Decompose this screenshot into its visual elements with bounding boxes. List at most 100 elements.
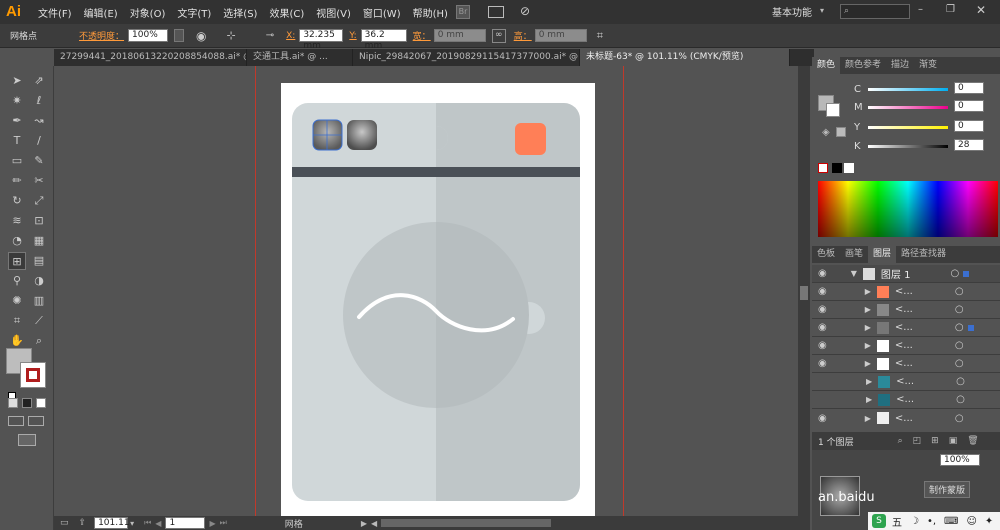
new-layer-icon[interactable]: ▣ (949, 436, 958, 446)
scroll-left-icon[interactable]: ◀ (371, 519, 377, 528)
target-icon[interactable]: ○ (955, 340, 964, 351)
restore-button[interactable]: ❐ (946, 4, 955, 15)
width-field[interactable]: 0 mm (433, 29, 486, 42)
shape-builder-tool-icon[interactable]: ◔ (8, 232, 26, 250)
transparency-opacity-field[interactable]: 100% (940, 454, 980, 466)
gradient-mode-icon[interactable] (22, 398, 32, 408)
washing-machine-illustration[interactable] (281, 83, 595, 517)
workspace-switcher[interactable]: 基本功能 (772, 4, 812, 19)
sublayer-row[interactable]: ◉ ▶ <... ○ (812, 301, 1000, 319)
last-color-swatch[interactable] (836, 127, 846, 137)
user-icon[interactable]: ☺ (966, 516, 976, 527)
sublayer-name[interactable]: <... (895, 304, 913, 315)
sublayer-name[interactable]: <... (895, 322, 913, 333)
tab-swatches[interactable]: 色板 (812, 246, 840, 263)
tab-stroke[interactable]: 描边 (886, 57, 914, 74)
tab-document-active[interactable]: 未标题-63* @ 101.11% (CMYK/预览) (580, 49, 790, 66)
expand-arrow-icon[interactable]: ▶ (866, 395, 872, 404)
nav-icon[interactable]: ▭ (60, 518, 69, 528)
rotate-tool-icon[interactable]: ↻ (8, 192, 26, 210)
scale-tool-icon[interactable]: ⤢ (30, 192, 48, 210)
target-icon[interactable]: ○ (956, 376, 965, 387)
eye-icon[interactable]: ◉ (818, 286, 827, 297)
pen-tool-icon[interactable]: ✒ (8, 112, 26, 130)
paintbrush-tool-icon[interactable]: ✎ (30, 152, 48, 170)
none-swatch[interactable] (818, 163, 828, 173)
screen-mode-icon[interactable] (18, 434, 36, 446)
sublayer-name[interactable]: <... (895, 286, 913, 297)
ime-mode[interactable]: 五 (892, 514, 902, 529)
expand-arrow-icon[interactable]: ▶ (865, 323, 871, 332)
arrange-documents-icon[interactable] (488, 6, 504, 18)
sublayer-name[interactable]: <... (896, 376, 914, 387)
link-icon[interactable]: ∞ (491, 28, 506, 43)
trash-icon[interactable]: 🗑 (967, 436, 978, 446)
opacity-label[interactable]: 不透明度： (79, 29, 124, 42)
eye-icon[interactable]: ◉ (818, 268, 827, 279)
cyan-slider[interactable] (868, 88, 948, 91)
keyboard-icon[interactable]: ⌨ (944, 516, 958, 527)
layer-row[interactable]: ◉ ▼ 图层 1 ○ (812, 265, 1000, 283)
gradient-tool-icon[interactable]: ▤ (30, 252, 48, 270)
zoom-tool-icon[interactable]: ⌕ (30, 332, 48, 350)
status-arrow-icon[interactable]: ▶ (361, 519, 367, 528)
input-method-icon[interactable]: S (872, 514, 886, 528)
cyan-field[interactable]: 0 (954, 82, 984, 94)
tab-gradient[interactable]: 渐变 (914, 57, 942, 74)
sublayer-row[interactable]: ◉ ▶ <... ○ (812, 409, 1000, 427)
punctuation-icon[interactable]: •, (927, 516, 936, 527)
prev-page-icon[interactable]: ◀ (155, 519, 161, 528)
first-page-icon[interactable]: ⏮ (144, 518, 151, 528)
gpu-performance-icon[interactable]: ⊘ (520, 4, 530, 18)
sublayer-row[interactable]: ▶ <... ○ (812, 391, 1000, 409)
status-mode[interactable]: 网格 (285, 517, 303, 530)
target-icon[interactable]: ○ (955, 358, 964, 369)
target-icon[interactable]: ○ (956, 394, 965, 405)
close-button[interactable]: ✕ (976, 3, 986, 17)
eye-icon[interactable]: ◉ (818, 413, 827, 424)
magic-wand-tool-icon[interactable]: ✷ (8, 92, 26, 110)
draw-inside-icon[interactable] (28, 416, 44, 426)
tab-layers[interactable]: 图层 (868, 246, 897, 263)
y-field[interactable]: 36.2 mm (360, 29, 407, 51)
make-clipping-mask-icon[interactable]: ◰ (913, 436, 922, 446)
eye-icon[interactable]: ◉ (818, 304, 827, 315)
color-mode-icon[interactable] (8, 398, 18, 408)
tab-document-3[interactable]: Nipic_29842067_20190829115417377000.ai* … (353, 49, 580, 66)
artboard-tool-icon[interactable]: ⌗ (8, 312, 26, 330)
perspective-tool-icon[interactable]: ▦ (30, 232, 48, 250)
recolor-icon[interactable]: ◉ (196, 29, 206, 43)
tab-color[interactable]: 颜色 (812, 57, 841, 74)
magenta-slider[interactable] (868, 106, 948, 109)
free-transform-tool-icon[interactable]: ⊡ (30, 212, 48, 230)
draw-normal-icon[interactable] (8, 416, 24, 426)
magenta-field[interactable]: 0 (954, 100, 984, 112)
page-field[interactable]: 1 (165, 517, 206, 529)
sublayer-row[interactable]: ◉ ▶ <... ○ (812, 319, 1000, 337)
tab-document-2[interactable]: 交通工具.ai* @ ... (247, 49, 353, 66)
black-swatch[interactable] (832, 163, 842, 173)
scroll-thumb[interactable] (800, 286, 808, 300)
eye-icon[interactable]: ◉ (818, 340, 827, 351)
menu-file[interactable]: 文件(F) (38, 5, 72, 20)
align-icon[interactable]: ⊹ (227, 29, 236, 42)
last-page-icon[interactable]: ⏭ (220, 518, 227, 528)
vertical-scrollbar[interactable] (798, 66, 810, 516)
mesh-tool-icon[interactable]: ⊞ (8, 252, 26, 270)
expand-arrow-icon[interactable]: ▶ (865, 287, 871, 296)
new-sublayer-icon[interactable]: ⊞ (931, 436, 939, 446)
target-icon[interactable]: ○ (955, 286, 964, 297)
sublayer-name[interactable]: <... (895, 413, 913, 424)
scissors-tool-icon[interactable]: ✂ (30, 172, 48, 190)
locate-object-icon[interactable]: ⌕ (898, 436, 903, 446)
make-mask-button[interactable]: 制作蒙版 (924, 481, 971, 498)
artboard[interactable] (281, 83, 595, 517)
rectangle-tool-icon[interactable]: ▭ (8, 152, 26, 170)
slice-tool-icon[interactable]: ⟋ (30, 312, 48, 330)
transform-icon[interactable]: ⊸ (266, 30, 274, 41)
yellow-field[interactable]: 0 (954, 120, 984, 132)
black-field[interactable]: 28 (954, 139, 984, 151)
height-field[interactable]: 0 mm (534, 29, 587, 42)
menu-window[interactable]: 窗口(W) (363, 5, 401, 20)
search-input[interactable]: ⌕ (840, 4, 910, 19)
